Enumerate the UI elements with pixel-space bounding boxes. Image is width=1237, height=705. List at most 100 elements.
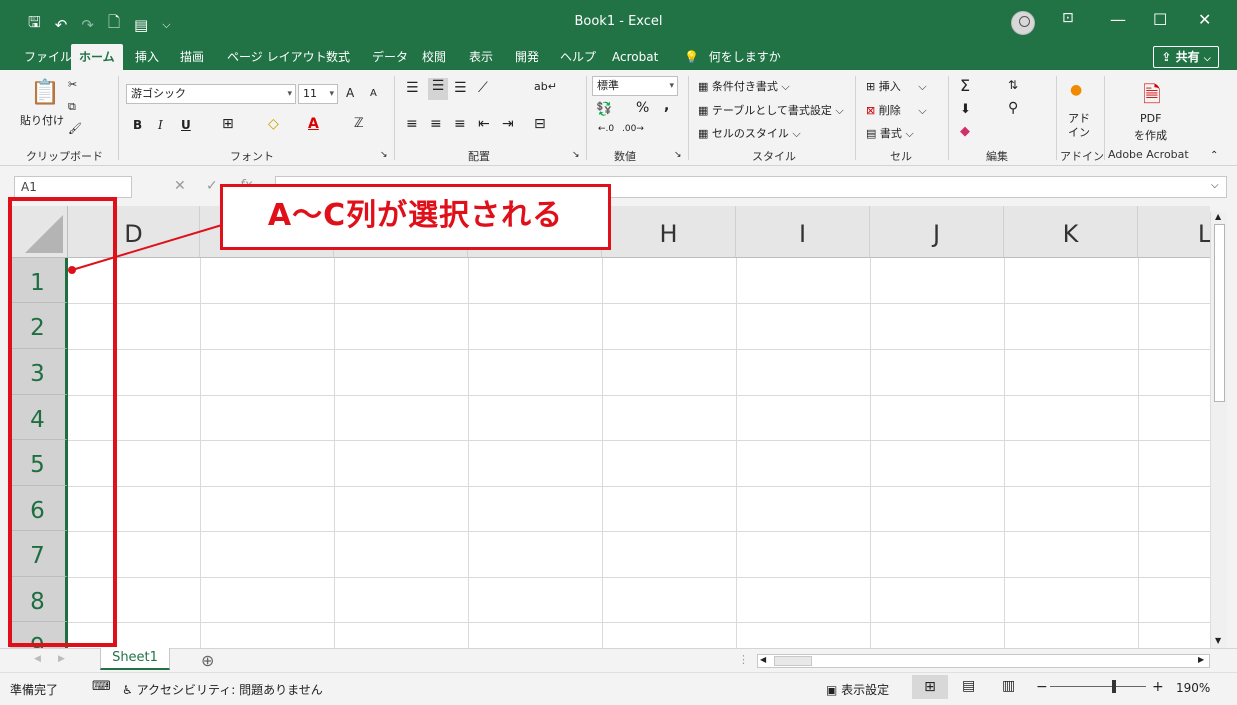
account-avatar-icon[interactable] — [1011, 11, 1035, 35]
tab-file[interactable]: ファイル — [22, 44, 74, 70]
format-cells-button[interactable]: ▤ 書式 ⌵ — [866, 125, 914, 141]
zoom-level[interactable]: 190% — [1176, 681, 1210, 695]
percent-button[interactable]: % — [636, 100, 649, 116]
grow-font-button[interactable]: A — [346, 86, 354, 100]
align-center-icon[interactable]: ≡ — [430, 116, 442, 132]
horizontal-scrollbar[interactable]: ◀ ▶ — [757, 654, 1210, 668]
scroll-right-icon[interactable]: ▶ — [1198, 655, 1204, 664]
find-select-icon[interactable]: ⚲ — [1008, 100, 1018, 116]
phonetic-icon[interactable]: ℤ — [354, 116, 364, 131]
tab-page-layout[interactable]: ページ レイアウト — [225, 44, 329, 70]
accessibility-status[interactable]: ♿ アクセシビリティ: 問題ありません — [122, 681, 323, 698]
zoom-slider-thumb[interactable] — [1112, 680, 1116, 693]
zoom-slider[interactable] — [1050, 686, 1146, 687]
form-icon[interactable]: ▤ — [134, 16, 148, 34]
normal-view-icon[interactable]: ⊞ — [912, 675, 948, 699]
scroll-down-icon[interactable]: ▼ — [1215, 636, 1221, 645]
autosum-button[interactable]: Σ — [960, 76, 970, 95]
addins-button[interactable]: アド イン — [1068, 112, 1090, 140]
bold-button[interactable]: B — [133, 118, 142, 132]
create-pdf-label-2[interactable]: を作成 — [1134, 127, 1167, 143]
sort-filter-icon[interactable]: ⇅ — [1008, 78, 1018, 92]
wrap-text-icon[interactable]: ab↵ — [534, 80, 557, 93]
decrease-decimal-icon[interactable]: .00→ — [622, 124, 644, 134]
column-header-i[interactable]: I — [736, 206, 870, 258]
tab-review[interactable]: 校閲 — [420, 44, 448, 70]
tab-help[interactable]: ヘルプ — [558, 44, 598, 70]
tab-acrobat[interactable]: Acrobat — [610, 44, 660, 70]
name-box[interactable]: A1 — [14, 176, 132, 198]
new-file-icon[interactable]: 🗋 — [108, 12, 120, 37]
split-handle-icon[interactable]: ⋮ — [738, 653, 749, 666]
font-name-select[interactable]: 游ゴシック — [126, 84, 296, 104]
prev-sheet-icon[interactable]: ◀ — [34, 654, 41, 664]
undo-icon[interactable]: ↶ — [55, 16, 68, 34]
tab-data[interactable]: データ — [370, 44, 410, 70]
expand-formula-icon[interactable]: ⌵ — [1211, 180, 1219, 191]
column-header-j[interactable]: J — [870, 206, 1004, 258]
fill-icon[interactable]: ⬇ — [960, 102, 971, 117]
page-break-view-icon[interactable]: ▥ — [1002, 678, 1015, 694]
tab-insert[interactable]: 挿入 — [133, 44, 161, 70]
horizontal-scroll-thumb[interactable] — [774, 656, 812, 666]
page-layout-view-icon[interactable]: ▤ — [962, 678, 975, 694]
column-header-l[interactable]: L — [1138, 206, 1210, 258]
comma-button[interactable]: , — [664, 98, 669, 114]
align-top-icon[interactable]: ☰ — [406, 80, 419, 96]
borders-icon[interactable]: ⊞ — [222, 116, 234, 132]
enter-icon[interactable]: ✓ — [206, 178, 218, 194]
number-format-select[interactable]: 標準 — [592, 76, 678, 96]
font-size-select[interactable]: 11 — [298, 84, 338, 104]
increase-indent-icon[interactable]: ⇥ — [502, 116, 514, 132]
zoom-out-icon[interactable]: − — [1036, 679, 1048, 695]
macro-record-icon[interactable]: ⌨ — [92, 679, 111, 694]
redo-icon[interactable]: ↷ — [81, 16, 94, 34]
minimize-button[interactable]: — — [1110, 10, 1126, 29]
share-button[interactable]: ⇪ 共有 ⌵ — [1153, 46, 1219, 68]
column-header-k[interactable]: K — [1004, 206, 1138, 258]
tab-developer[interactable]: 開発 — [513, 44, 541, 70]
tab-view[interactable]: 表示 — [467, 44, 495, 70]
create-pdf-label-1[interactable]: PDF — [1140, 112, 1161, 125]
scroll-left-icon[interactable]: ◀ — [760, 655, 766, 664]
merge-center-icon[interactable]: ⊟ — [534, 116, 546, 132]
fill-color-icon[interactable]: ◇ — [268, 116, 279, 132]
addins-icon[interactable]: ● — [1070, 82, 1082, 98]
shrink-font-button[interactable]: A — [370, 88, 377, 99]
accounting-format-icon[interactable]: 💱 — [596, 102, 612, 117]
paste-button[interactable]: 貼り付け — [20, 112, 64, 128]
align-middle-icon[interactable]: ☰ — [428, 78, 448, 100]
format-as-table-button[interactable]: ▦ テーブルとして書式設定 ⌵ — [698, 102, 844, 118]
customize-qat-icon[interactable]: ⌵ — [162, 18, 170, 32]
clear-icon[interactable]: ◆ — [960, 124, 970, 139]
align-right-icon[interactable]: ≡ — [454, 116, 466, 132]
tab-formulas[interactable]: 数式 — [324, 44, 352, 70]
display-settings-button[interactable]: ▣ 表示設定 — [826, 681, 889, 698]
tell-me-search[interactable]: 💡 何をしますか — [682, 44, 783, 70]
cell-styles-button[interactable]: ▦ セルのスタイル ⌵ — [698, 125, 801, 141]
cancel-icon[interactable]: ✕ — [174, 178, 186, 194]
dialog-launcher-icon[interactable]: ↘ — [380, 150, 388, 160]
vertical-scrollbar[interactable]: ▲ ▼ — [1210, 212, 1227, 648]
collapse-ribbon-icon[interactable]: ⌃ — [1210, 150, 1218, 161]
underline-button[interactable]: U — [181, 118, 191, 132]
conditional-formatting-button[interactable]: ▦ 条件付き書式 ⌵ — [698, 78, 790, 94]
align-left-icon[interactable]: ≡ — [406, 116, 418, 132]
close-button[interactable]: ✕ — [1198, 10, 1211, 29]
scroll-up-icon[interactable]: ▲ — [1215, 212, 1221, 221]
add-sheet-icon[interactable]: ⊕ — [201, 651, 214, 670]
orientation-icon[interactable]: ⟋ — [478, 80, 488, 96]
increase-decimal-icon[interactable]: ←.0 — [598, 124, 614, 134]
decrease-indent-icon[interactable]: ⇤ — [478, 116, 490, 132]
save-icon[interactable]: 🖫 — [28, 12, 41, 37]
italic-button[interactable]: I — [158, 118, 163, 132]
copy-icon[interactable]: ⧉ — [68, 100, 76, 114]
maximize-button[interactable]: ☐ — [1153, 10, 1167, 29]
pdf-icon[interactable]: 🗎 — [1143, 78, 1161, 116]
dialog-launcher-icon[interactable]: ↘ — [572, 150, 580, 160]
tab-home[interactable]: ホーム — [71, 44, 123, 70]
align-bottom-icon[interactable]: ☰ — [454, 80, 467, 96]
tab-draw[interactable]: 描画 — [178, 44, 206, 70]
font-color-button[interactable]: A — [308, 116, 319, 132]
dialog-launcher-icon[interactable]: ↘ — [674, 150, 682, 160]
